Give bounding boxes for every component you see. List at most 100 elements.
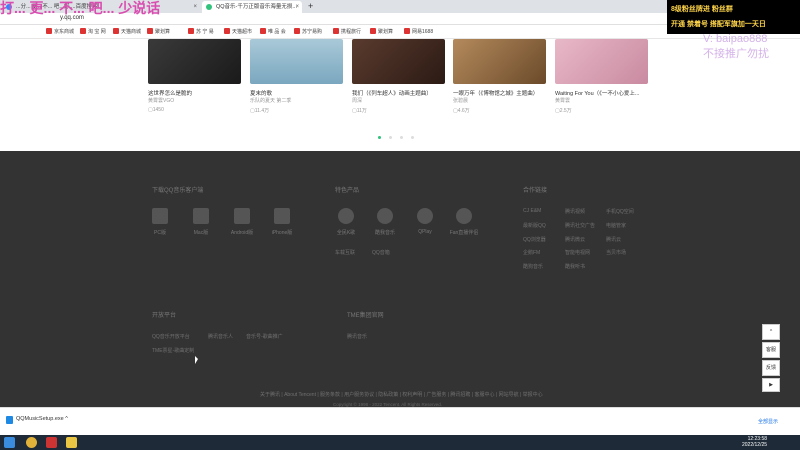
playlist-title[interactable]: 我们（《列车超人》动画主题曲） [352,89,445,97]
system-clock[interactable]: 12:23:58 2022/12/25 [742,436,767,448]
partner-link[interactable]: CJ E&M [523,208,541,214]
service-button[interactable]: 客服 [762,342,780,358]
chevron-up-icon: ^ [769,329,773,335]
download-item[interactable]: QQMusicSetup.exe ^ [6,416,68,424]
open-link[interactable]: 音乐号-歌曲推广 [246,333,283,340]
bookmark-item[interactable]: 携程旅行 [333,28,361,35]
play-count: ▢2.5万 [555,108,572,114]
partner-link[interactable]: 腾讯云 [606,236,621,243]
client-android[interactable]: Android版 [223,208,261,236]
feature-link[interactable]: QQ音箱 [372,249,390,256]
partner-link[interactable]: 腾讯社交广告 [565,222,595,229]
partner-link[interactable]: 手机QQ空间 [606,208,634,215]
feature-item[interactable]: QPlay [410,208,440,235]
windows-taskbar: 12:23:58 2022/12/25 [0,435,800,450]
bookmark-item[interactable]: 苏宁易购 [294,28,322,35]
playlist-singer[interactable]: 乐队的夏天 第二季 [250,97,291,104]
carousel-dot[interactable] [389,136,392,139]
partner-link[interactable]: 电脑管家 [606,222,626,229]
playlist-title[interactable]: Waiting For You（《一不小心爱上... [555,89,648,97]
playlist-card[interactable]: 这世界怎么是脆的 黄霄雲VGO ▢1450 [148,39,241,113]
open-link[interactable]: 腾讯音乐人 [208,333,233,340]
feedback-button[interactable]: 反馈 [762,360,780,376]
play-count: ▢11万 [352,108,367,114]
carousel-dot[interactable] [400,136,403,139]
playlist-card[interactable]: 夏末的歌 乐队的夏天 第二季 ▢11.4万 [250,39,343,114]
close-tab-icon[interactable]: × [295,1,299,13]
partners-title: 合作链接 [523,188,548,194]
partner-link[interactable]: QQ浏览器 [523,236,546,243]
player-button[interactable]: ▶ [762,378,780,392]
bookmark-item[interactable]: 淘 宝 网 [80,28,106,35]
features-title: 特色产品 [335,188,360,194]
app-icon[interactable] [46,437,57,448]
bookmark-item[interactable]: 聚划算 [147,28,170,35]
footer-bottom-links[interactable]: 关于腾讯 | About Tencent | 服务条款 | 用户服务协议 | 隐… [260,391,543,398]
bookmark-icon [224,28,230,34]
chevron-up-icon[interactable]: ^ [65,416,68,422]
bookmark-item[interactable]: 天猫商城 [113,28,141,35]
back-to-top-button[interactable]: ^ [762,324,780,340]
feature-link[interactable]: 车载互联 [335,249,355,256]
playlist-singer[interactable]: 周深 [352,97,362,104]
playlist-card[interactable]: Waiting For You（《一不小心爱上... 黄霄雲 ▢2.5万 [555,39,648,114]
carousel-dot[interactable] [411,136,414,139]
android-icon [234,208,250,224]
carousel-dot[interactable] [378,136,381,139]
qq-music-favicon-icon [206,4,212,10]
playlist-singer[interactable]: 黄霄雲 [555,97,570,104]
playlist-cover[interactable] [148,39,241,84]
bookmark-item[interactable]: 网易1688 [404,28,433,35]
partner-link[interactable]: 最新版QQ [523,222,546,229]
playlist-singer[interactable]: 黄霄雲VGO [148,97,174,104]
tab-qq-music[interactable]: QQ音乐-千万正版音乐海量无损... × [202,1,302,13]
playlist-singer[interactable]: 张碧晨 [453,97,468,104]
feature-item[interactable]: 酷我音乐 [370,208,400,236]
bookmark-icon [404,28,410,34]
monitor-icon [193,208,209,224]
bookmark-item[interactable]: 苏 宁 易 [188,28,214,35]
windows-start-icon[interactable] [4,437,15,448]
playlist-cover[interactable] [555,39,648,84]
new-tab-button[interactable]: + [308,0,313,13]
play-count: ▢4.6万 [453,108,470,114]
partner-link[interactable]: 智能电视网 [565,249,590,256]
playlist-title[interactable]: 夏末的歌 [250,89,343,97]
client-mac[interactable]: Mac版 [182,208,220,236]
playlist-cover[interactable] [453,39,546,84]
bookmark-item[interactable]: 天猫超市 [224,28,252,35]
partner-link[interactable]: 酷我听书 [565,263,585,270]
client-iphone[interactable]: iPhone版 [263,208,301,236]
feature-item[interactable]: 全民K歌 [331,208,361,236]
bookmark-icon [294,28,300,34]
group-link[interactable]: 腾讯音乐 [347,333,367,340]
open-link[interactable]: TME票星-歌曲定制 [152,347,194,354]
folder-icon[interactable] [66,437,77,448]
download-bar: QQMusicSetup.exe ^ 全部显示 [0,407,800,435]
bookmark-item[interactable]: 聚划算 [370,28,393,35]
playlist-section: 这世界怎么是脆的 黄霄雲VGO ▢1450 夏末的歌 乐队的夏天 第二季 ▢11… [0,39,800,151]
partner-link[interactable]: 当贝市场 [606,249,626,256]
playlist-title[interactable]: 一眼万年（《博物馆之城》主题曲） [453,89,546,97]
bookmark-icon [333,28,339,34]
bookmark-item[interactable]: 唯 品 会 [260,28,286,35]
feature-item[interactable]: Fan直播伴侣 [449,208,479,236]
show-all-downloads-button[interactable]: 全部显示 [758,418,778,425]
open-link[interactable]: QQ音乐开放平台 [152,333,190,340]
bookmark-item[interactable]: 京东商城 [46,28,74,35]
close-tab-icon[interactable]: × [193,1,197,13]
partner-link[interactable]: 酷狗音乐 [523,263,543,270]
playlist-title[interactable]: 这世界怎么是脆的 [148,89,241,97]
karaoke-icon [338,208,354,224]
playlist-cover[interactable] [250,39,343,84]
chrome-icon[interactable] [26,437,37,448]
playlist-cover[interactable] [352,39,445,84]
client-pc[interactable]: PC版 [141,208,179,236]
play-count: ▢11.4万 [250,108,270,114]
qplay-icon [417,208,433,224]
partner-link[interactable]: 腾讯视频 [565,208,585,215]
playlist-card[interactable]: 我们（《列车超人》动画主题曲） 周深 ▢11万 [352,39,445,114]
partner-link[interactable]: 腾讯微云 [565,236,585,243]
playlist-card[interactable]: 一眼万年（《博物馆之城》主题曲） 张碧晨 ▢4.6万 [453,39,546,114]
partner-link[interactable]: 企鹅FM [523,249,540,256]
